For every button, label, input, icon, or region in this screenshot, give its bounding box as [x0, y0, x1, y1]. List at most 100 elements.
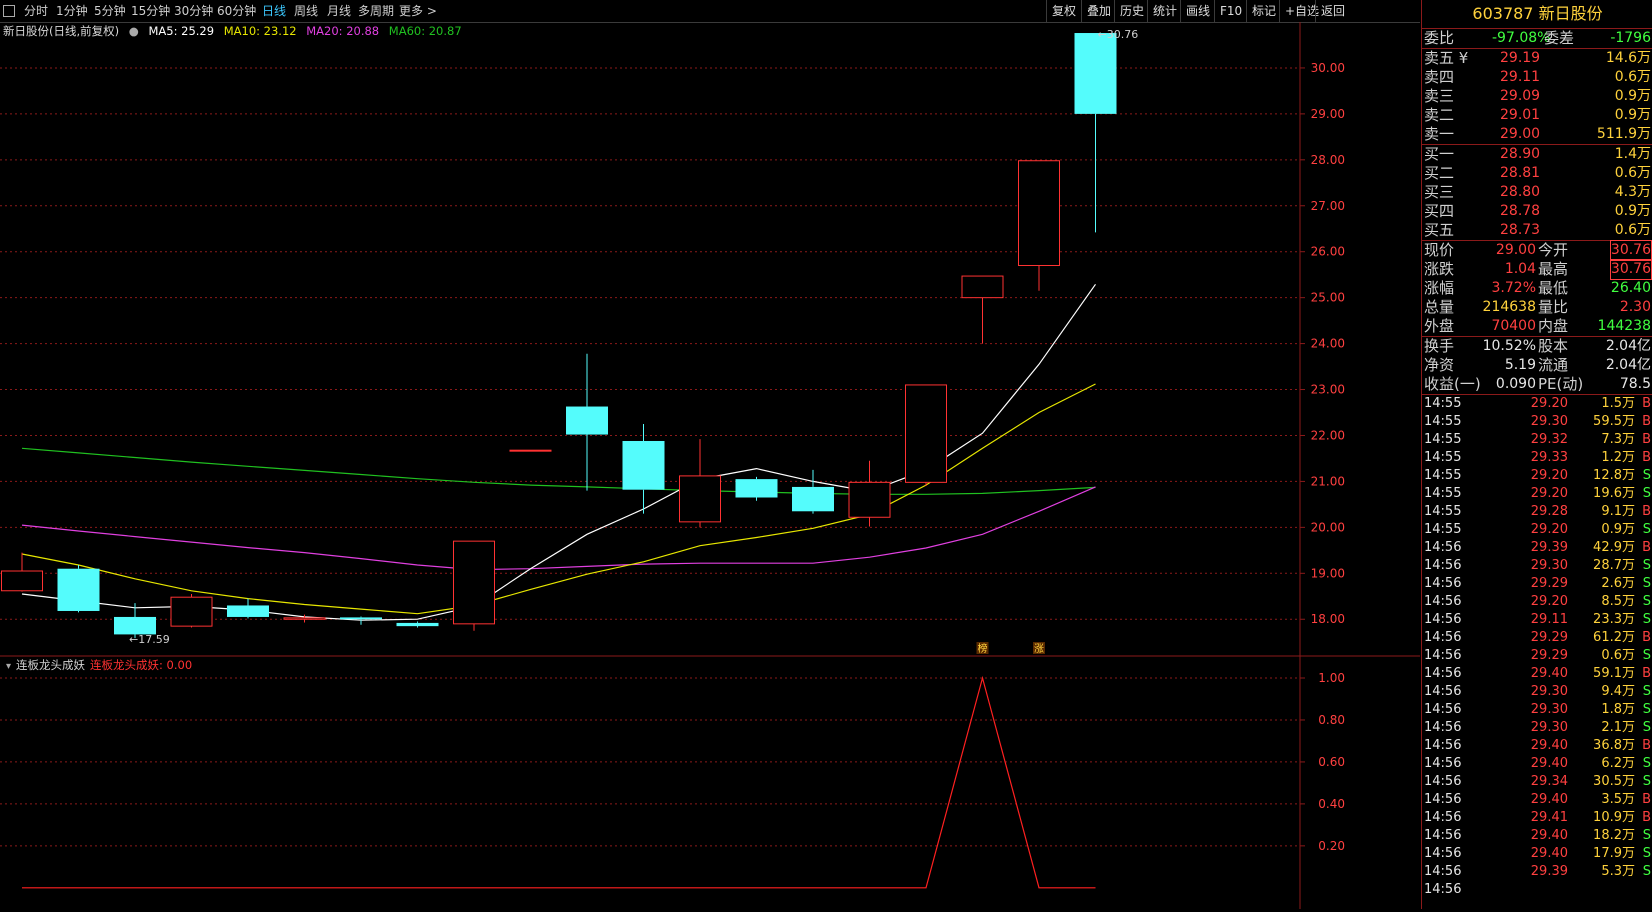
indicator-collapse-icon[interactable]: ▾	[6, 661, 11, 672]
tick-direction: S	[1642, 558, 1651, 573]
candle[interactable]	[622, 423, 665, 514]
indicator-line	[22, 675, 1096, 889]
sell-price: 29.11	[1500, 69, 1541, 85]
sell-row: 卖五 ¥ 29.19 14.6万	[1422, 49, 1652, 68]
tick-time: 14:56	[1424, 846, 1462, 861]
tick-row: 14:56 29.39 42.9万 B	[1422, 539, 1652, 557]
tab-period-10[interactable]: 更多 >	[399, 0, 437, 22]
candle-body	[1018, 160, 1060, 266]
candle[interactable]	[227, 598, 269, 619]
tick-price: 29.29	[1530, 630, 1568, 645]
candle[interactable]	[679, 439, 721, 528]
candle-body	[170, 596, 213, 627]
tab-period-8[interactable]: 月线	[327, 0, 351, 22]
tab-period-0[interactable]: 分时	[24, 0, 48, 22]
tick-volume: 5.3万	[1601, 864, 1635, 879]
tick-volume: 1.2万	[1601, 450, 1635, 465]
indicator-tick-label: 0.20	[1318, 839, 1345, 853]
tick-time: 14:56	[1424, 774, 1462, 789]
stat-row: 现价 29.00 今开 30.76	[1422, 240, 1652, 261]
sell-volume: 14.6万	[1605, 50, 1651, 66]
stat-label: 最低	[1538, 279, 1569, 297]
tick-direction: S	[1642, 468, 1651, 483]
chart-area[interactable]: 30.00 29.00 28.00 27.00 26.00 25.00 24.00 23.00…	[0, 22, 1420, 909]
price-tick-label: 25.00	[1311, 291, 1345, 305]
indicator-name: 连板龙头成妖	[16, 658, 85, 672]
candle[interactable]	[905, 384, 947, 487]
candle[interactable]	[509, 449, 552, 452]
toolbar-action-5[interactable]: F10	[1214, 0, 1247, 22]
tick-list[interactable]: 14:55 29.20 1.5万 B 14:55 29.30 59.5万 B 14:55 29.3…	[1422, 394, 1652, 899]
candle[interactable]	[566, 353, 608, 491]
toolbar-menu-icon[interactable]	[3, 0, 17, 22]
stat-label: 净资	[1424, 356, 1455, 374]
tab-period-2[interactable]: 5分钟	[94, 0, 126, 22]
signal-marker: 涨	[1034, 643, 1044, 655]
toolbar-action-8[interactable]: 返回	[1315, 0, 1350, 22]
candle[interactable]	[961, 275, 1004, 344]
tick-volume: 9.1万	[1601, 504, 1635, 519]
tick-time: 14:56	[1424, 756, 1462, 771]
tick-time: 14:56	[1424, 630, 1462, 645]
stat-value: 26.40	[1610, 280, 1651, 296]
tab-period-4[interactable]: 30分钟	[174, 0, 213, 22]
toolbar-action-4[interactable]: 画线	[1180, 0, 1215, 22]
candle[interactable]	[340, 616, 382, 625]
tick-direction: B	[1642, 666, 1651, 681]
candle[interactable]	[283, 614, 326, 623]
tab-period-3[interactable]: 15分钟	[131, 0, 170, 22]
toolbar-action-6[interactable]: 标记	[1246, 0, 1281, 22]
buy-label: 买一	[1424, 145, 1455, 163]
toolbar-action-2[interactable]: 历史	[1114, 0, 1149, 22]
indicator-tick-label: 0.60	[1318, 755, 1345, 769]
tick-price: 29.11	[1530, 612, 1568, 627]
tick-row: 14:56 29.11 23.3万 S	[1422, 611, 1652, 629]
tab-period-1[interactable]: 1分钟	[56, 0, 88, 22]
candle-body	[1074, 33, 1117, 114]
candle-body	[114, 616, 156, 635]
toolbar-action-1[interactable]: 叠加	[1081, 0, 1116, 22]
tick-price: 29.41	[1530, 810, 1568, 825]
candle-body	[735, 479, 778, 498]
tick-time: 14:56	[1424, 576, 1462, 591]
stat-row: 总量 214638 量比 2.30	[1422, 298, 1652, 317]
tab-period-6[interactable]: 日线	[262, 0, 286, 22]
candle-body	[905, 384, 947, 483]
candle[interactable]	[1, 552, 43, 592]
candle[interactable]	[170, 593, 213, 628]
tick-direction: S	[1642, 576, 1651, 591]
candle[interactable]	[735, 476, 778, 501]
candle[interactable]	[792, 469, 834, 514]
candle-body	[1, 570, 43, 592]
stat-value: 78.5	[1619, 376, 1651, 392]
sell-label: 卖四	[1424, 68, 1455, 86]
tick-direction: S	[1642, 702, 1651, 717]
high-price-label: ←30.76	[1098, 28, 1139, 41]
kline-chart[interactable]: 30.00 29.00 28.00 27.00 26.00 25.00 24.00 23.00…	[0, 22, 1420, 909]
candle-body	[227, 605, 269, 617]
candle-body	[961, 275, 1004, 299]
buy-price: 28.90	[1500, 146, 1541, 162]
toolbar-action-0[interactable]: 复权	[1046, 0, 1081, 22]
candle[interactable]	[1018, 160, 1060, 291]
candle[interactable]	[453, 540, 495, 631]
candle[interactable]	[848, 460, 891, 527]
tick-row: 14:56 29.30 1.8万 S	[1422, 701, 1652, 719]
indicator-tick-label: 0.80	[1318, 713, 1345, 727]
tick-price: 29.40	[1530, 756, 1568, 771]
candle[interactable]	[396, 621, 439, 628]
tab-period-9[interactable]: 多周期	[358, 0, 394, 22]
tick-direction: B	[1642, 630, 1651, 645]
sell-row: 卖一 29.00 511.9万	[1422, 125, 1652, 144]
stat-label: 今开	[1538, 241, 1569, 259]
tick-direction: S	[1642, 522, 1651, 537]
candle[interactable]	[1074, 33, 1117, 233]
tick-row: 14:56 29.40 36.8万 B	[1422, 737, 1652, 755]
tab-period-5[interactable]: 60分钟	[217, 0, 256, 22]
buy-price: 28.80	[1500, 184, 1541, 200]
candle[interactable]	[57, 565, 100, 613]
tick-price: 29.30	[1530, 702, 1568, 717]
stat-value: 30.76	[1609, 259, 1652, 280]
toolbar-action-3[interactable]: 统计	[1147, 0, 1182, 22]
tab-period-7[interactable]: 周线	[294, 0, 318, 22]
